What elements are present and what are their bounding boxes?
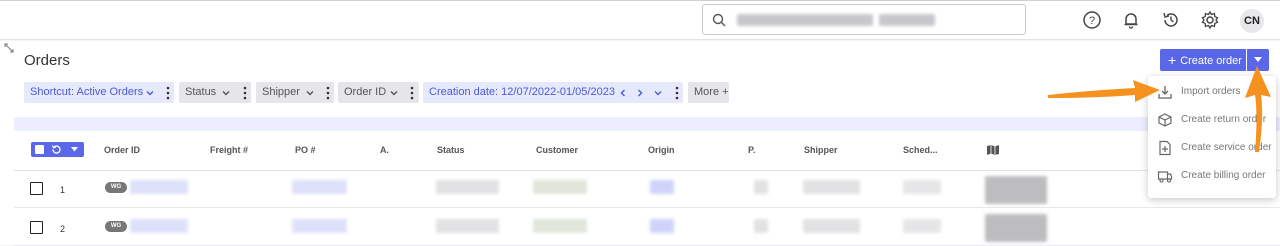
menu-item-label: Import orders bbox=[1181, 86, 1241, 97]
filter-status-label: Status bbox=[185, 86, 217, 98]
table-row[interactable] bbox=[14, 209, 1280, 246]
return-box-icon bbox=[1158, 113, 1172, 127]
chevron-right-icon[interactable] bbox=[636, 89, 644, 97]
select-all-checkbox[interactable] bbox=[35, 145, 44, 154]
search-text-redacted bbox=[737, 14, 873, 26]
chevron-down-icon bbox=[146, 91, 154, 96]
search-text-redacted bbox=[879, 14, 935, 26]
expand-icon[interactable] bbox=[4, 43, 14, 53]
column-header[interactable]: Shipper bbox=[804, 145, 838, 155]
chevron-down-icon bbox=[222, 91, 230, 96]
column-header[interactable]: Sched... bbox=[903, 145, 938, 155]
import-icon bbox=[1158, 86, 1172, 99]
help-icon[interactable]: ? bbox=[1081, 9, 1103, 31]
redacted-cell bbox=[650, 219, 674, 233]
menu-item-label: Create return order bbox=[1181, 114, 1267, 125]
redacted-cell bbox=[650, 180, 674, 194]
search-icon bbox=[712, 13, 726, 27]
filter-shortcut[interactable]: Shortcut: Active Orders bbox=[24, 82, 174, 103]
redacted-cell bbox=[292, 180, 347, 194]
avatar[interactable]: CN bbox=[1240, 9, 1264, 33]
map-icon[interactable] bbox=[987, 145, 999, 155]
svg-text:?: ? bbox=[1089, 15, 1095, 27]
bell-icon[interactable] bbox=[1120, 9, 1142, 31]
redacted-cell bbox=[754, 180, 768, 194]
filter-shipper[interactable]: Shipper bbox=[256, 82, 334, 103]
redacted-cell bbox=[130, 180, 188, 194]
history-icon[interactable] bbox=[1160, 9, 1182, 31]
column-header[interactable]: P. bbox=[748, 145, 755, 155]
column-header[interactable]: PO # bbox=[295, 145, 316, 155]
kebab-icon[interactable] bbox=[675, 86, 679, 100]
filter-shortcut-value: Active Orders bbox=[76, 86, 144, 98]
row-checkbox[interactable] bbox=[30, 182, 43, 195]
redacted-cell bbox=[533, 219, 587, 233]
column-header[interactable]: Status bbox=[437, 145, 465, 155]
select-all-control[interactable] bbox=[31, 142, 84, 157]
filter-more-button[interactable]: More + bbox=[688, 82, 729, 103]
filter-order-id[interactable]: Order ID bbox=[338, 82, 419, 103]
create-order-button[interactable]: + Create order bbox=[1160, 49, 1246, 71]
redacted-cell bbox=[985, 214, 1047, 242]
kebab-icon[interactable] bbox=[243, 86, 247, 100]
row-checkbox[interactable] bbox=[30, 221, 43, 234]
search-input[interactable] bbox=[702, 4, 1026, 35]
redacted-cell bbox=[130, 219, 188, 233]
redacted-cell bbox=[803, 219, 860, 233]
billing-truck-icon bbox=[1157, 171, 1173, 183]
menu-item-import-orders[interactable]: Import orders bbox=[1148, 78, 1276, 106]
chevron-left-icon[interactable] bbox=[619, 89, 627, 97]
chevron-down-icon[interactable] bbox=[654, 89, 662, 97]
column-header[interactable]: Order ID bbox=[104, 145, 140, 155]
wg-badge: WG bbox=[105, 221, 127, 232]
column-header[interactable]: Customer bbox=[536, 145, 578, 155]
chevron-down-icon bbox=[306, 91, 314, 96]
caret-down-icon bbox=[1254, 57, 1262, 62]
filter-shipper-label: Shipper bbox=[262, 86, 300, 98]
filter-status[interactable]: Status bbox=[179, 82, 251, 103]
filter-shortcut-label: Shortcut: bbox=[30, 86, 75, 98]
menu-item-create-service-order[interactable]: Create service order bbox=[1148, 134, 1276, 162]
refresh-icon[interactable] bbox=[51, 144, 62, 155]
create-order-label: Create order bbox=[1180, 55, 1242, 67]
kebab-icon[interactable] bbox=[166, 86, 170, 100]
table-toolbar bbox=[14, 117, 1280, 131]
redacted-cell bbox=[754, 219, 768, 233]
column-header[interactable]: Origin bbox=[648, 145, 675, 155]
kebab-icon[interactable] bbox=[410, 86, 414, 100]
row-number: 2 bbox=[60, 224, 66, 234]
plus-icon: + bbox=[1168, 52, 1177, 68]
table-header bbox=[14, 131, 1280, 171]
filter-creation-date[interactable]: Creation date: 12/07/2022-01/05/2023 bbox=[423, 82, 683, 103]
column-header[interactable]: Freight # bbox=[210, 145, 248, 155]
redacted-cell bbox=[903, 180, 941, 194]
menu-item-label: Create service order bbox=[1181, 142, 1272, 153]
filter-creation-date-label: Creation date: bbox=[429, 86, 499, 98]
menu-item-create-return-order[interactable]: Create return order bbox=[1148, 106, 1276, 134]
wg-badge: WG bbox=[105, 182, 127, 193]
redacted-cell bbox=[292, 219, 347, 233]
filter-creation-date-value: 12/07/2022-01/05/2023 bbox=[501, 86, 615, 98]
kebab-icon[interactable] bbox=[326, 86, 330, 100]
row-number: 1 bbox=[60, 185, 66, 195]
redacted-cell bbox=[985, 176, 1047, 204]
caret-down-icon[interactable] bbox=[71, 147, 78, 152]
column-header[interactable]: A. bbox=[380, 145, 389, 155]
table-row[interactable] bbox=[14, 171, 1280, 208]
gear-icon[interactable] bbox=[1199, 9, 1221, 31]
redacted-cell bbox=[436, 219, 499, 233]
page-title: Orders bbox=[24, 52, 70, 69]
menu-item-create-billing-order[interactable]: Create billing order bbox=[1148, 162, 1276, 190]
redacted-cell bbox=[436, 180, 499, 194]
redacted-cell bbox=[803, 180, 860, 194]
filter-order-id-label: Order ID bbox=[344, 86, 387, 98]
chevron-down-icon bbox=[390, 91, 398, 96]
redacted-cell bbox=[903, 219, 941, 233]
redacted-cell bbox=[533, 180, 587, 194]
menu-item-label: Create billing order bbox=[1181, 170, 1266, 181]
create-order-dropdown-button[interactable] bbox=[1247, 49, 1269, 71]
service-doc-icon bbox=[1159, 140, 1171, 156]
